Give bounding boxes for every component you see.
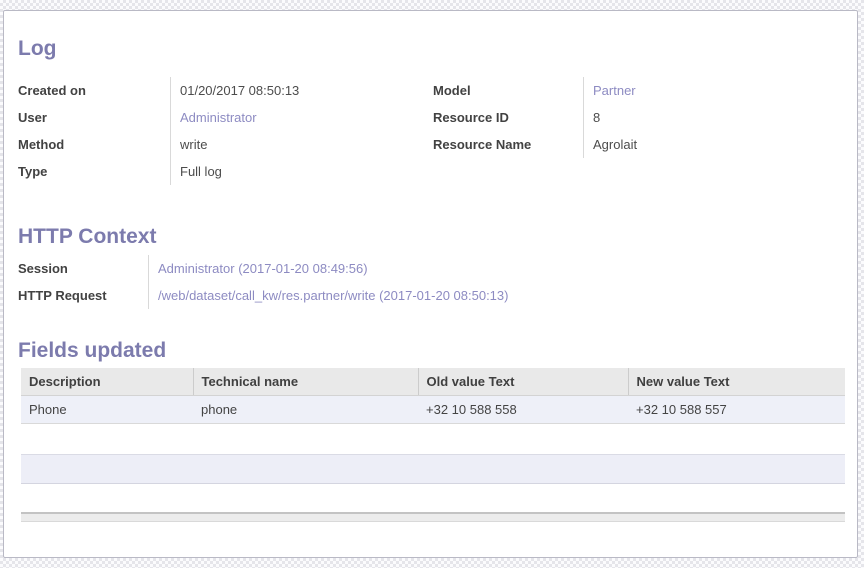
field-type: Type Full log — [18, 158, 433, 185]
field-label: Resource Name — [433, 131, 583, 158]
field-label: Type — [18, 158, 170, 185]
log-field-groups: Created on 01/20/2017 08:50:13 User Admi… — [18, 77, 845, 185]
horizontal-scrollbar[interactable] — [21, 512, 845, 522]
field-value: Full log — [170, 158, 433, 185]
field-model: Model Partner — [433, 77, 845, 104]
field-value: Administrator — [170, 104, 433, 131]
http-request-link[interactable]: /web/dataset/call_kw/res.partner/write (… — [158, 288, 508, 303]
field-http-request: HTTP Request /web/dataset/call_kw/res.pa… — [18, 282, 845, 309]
section-title-log: Log — [18, 37, 845, 61]
field-label: User — [18, 104, 170, 131]
log-form-panel: Log Created on 01/20/2017 08:50:13 User … — [3, 10, 858, 558]
field-label: Method — [18, 131, 170, 158]
column-header-technical-name: Technical name — [193, 368, 418, 395]
field-label: Session — [18, 255, 148, 282]
table-row[interactable]: Phone phone +32 10 588 558 +32 10 588 55… — [21, 395, 845, 423]
session-link[interactable]: Administrator (2017-01-20 08:49:56) — [158, 261, 368, 276]
cell-new-value[interactable]: +32 10 588 557 — [628, 395, 845, 423]
field-value: write — [170, 131, 433, 158]
field-resource-id: Resource ID 8 — [433, 104, 845, 131]
field-label: HTTP Request — [18, 282, 148, 309]
column-header-description: Description — [21, 368, 193, 395]
field-value: 01/20/2017 08:50:13 — [170, 77, 433, 104]
field-user: User Administrator — [18, 104, 433, 131]
form-sheet: Log Created on 01/20/2017 08:50:13 User … — [4, 11, 857, 522]
cell-description[interactable]: Phone — [21, 395, 193, 423]
log-form-window: Log Created on 01/20/2017 08:50:13 User … — [0, 0, 864, 568]
user-link[interactable]: Administrator — [180, 110, 257, 125]
section-title-fields-updated: Fields updated — [18, 339, 845, 363]
table-header-row: Description Technical name Old value Tex… — [21, 368, 845, 395]
section-title-http-context: HTTP Context — [18, 225, 845, 249]
log-left-group: Created on 01/20/2017 08:50:13 User Admi… — [18, 77, 433, 185]
field-value: 8 — [583, 104, 845, 131]
column-header-old-value: Old value Text — [418, 368, 628, 395]
field-value: /web/dataset/call_kw/res.partner/write (… — [148, 282, 845, 309]
field-session: Session Administrator (2017-01-20 08:49:… — [18, 255, 845, 282]
field-method: Method write — [18, 131, 433, 158]
log-right-group: Model Partner Resource ID 8 Resource Nam… — [433, 77, 845, 185]
http-context-group: Session Administrator (2017-01-20 08:49:… — [18, 255, 845, 309]
field-label: Resource ID — [433, 104, 583, 131]
field-value: Administrator (2017-01-20 08:49:56) — [148, 255, 845, 282]
field-label: Model — [433, 77, 583, 104]
field-value: Partner — [583, 77, 845, 104]
cell-technical-name[interactable]: phone — [193, 395, 418, 423]
field-created-on: Created on 01/20/2017 08:50:13 — [18, 77, 433, 104]
cell-old-value[interactable]: +32 10 588 558 — [418, 395, 628, 423]
field-resource-name: Resource Name Agrolait — [433, 131, 845, 158]
field-value: Agrolait — [583, 131, 845, 158]
fields-updated-table: Description Technical name Old value Tex… — [21, 368, 845, 424]
model-link[interactable]: Partner — [593, 83, 636, 98]
column-header-new-value: New value Text — [628, 368, 845, 395]
field-label: Created on — [18, 77, 170, 104]
empty-list-row — [21, 454, 845, 484]
